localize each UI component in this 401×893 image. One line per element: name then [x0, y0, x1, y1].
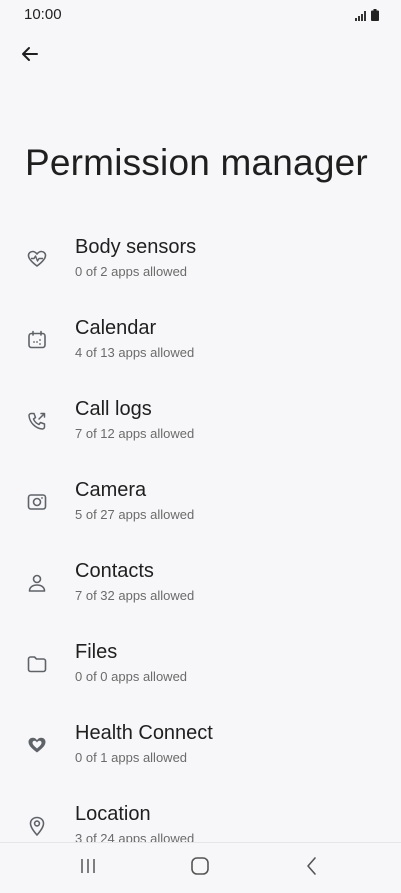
permission-summary: 3 of 24 apps allowed [75, 831, 195, 842]
permission-list: Body sensors 0 of 2 apps allowed Calenda… [0, 222, 401, 842]
permission-summary: 7 of 32 apps allowed [75, 588, 195, 603]
calendar-icon [26, 329, 48, 351]
status-bar: 10:00 [0, 0, 401, 30]
permission-summary: 0 of 2 apps allowed [75, 264, 188, 279]
permission-item-contacts[interactable]: Contacts 7 of 32 apps allowed [0, 546, 401, 627]
permission-item-files[interactable]: Files 0 of 0 apps allowed [0, 627, 401, 708]
recents-button[interactable] [68, 855, 108, 881]
permission-label: Location [75, 803, 151, 825]
back-chevron-icon [304, 856, 320, 881]
permission-summary: 0 of 1 apps allowed [75, 750, 188, 765]
call-log-icon [26, 410, 48, 432]
permission-label: Calendar [75, 317, 157, 339]
system-nav-bar [0, 842, 401, 893]
permission-item-camera[interactable]: Camera 5 of 27 apps allowed [0, 465, 401, 546]
status-time: 10:00 [24, 6, 62, 23]
permission-summary: 7 of 12 apps allowed [75, 426, 195, 441]
location-pin-icon [26, 815, 48, 837]
permission-item-call-logs[interactable]: Call logs 7 of 12 apps allowed [0, 384, 401, 465]
permission-summary: 4 of 13 apps allowed [75, 345, 195, 360]
permission-label: Body sensors [75, 236, 197, 258]
arrow-left-icon [20, 44, 40, 69]
permission-summary: 0 of 0 apps allowed [75, 669, 188, 684]
permission-item-location[interactable]: Location 3 of 24 apps allowed [0, 789, 401, 842]
permission-summary: 5 of 27 apps allowed [75, 507, 195, 522]
permission-item-health-connect[interactable]: Health Connect 0 of 1 apps allowed [0, 708, 401, 789]
folder-icon [26, 653, 48, 675]
permission-label: Files [75, 641, 118, 663]
camera-icon [26, 491, 48, 513]
permission-label: Health Connect [75, 722, 213, 744]
home-button[interactable] [180, 855, 220, 881]
health-connect-icon [26, 734, 48, 756]
battery-icon [371, 8, 379, 26]
permission-label: Camera [75, 479, 147, 501]
nav-back-button[interactable] [292, 855, 332, 881]
recents-icon [79, 857, 97, 880]
back-button[interactable] [14, 40, 46, 72]
status-icons [355, 8, 379, 26]
signal-icon [355, 8, 367, 26]
page-title: Permission manager [25, 142, 368, 183]
heart-pulse-icon [26, 248, 48, 270]
permission-label: Contacts [75, 560, 154, 582]
permission-item-body-sensors[interactable]: Body sensors 0 of 2 apps allowed [0, 222, 401, 303]
permission-item-calendar[interactable]: Calendar 4 of 13 apps allowed [0, 303, 401, 384]
permission-label: Call logs [75, 398, 152, 420]
person-icon [26, 572, 48, 594]
home-icon [190, 856, 210, 881]
